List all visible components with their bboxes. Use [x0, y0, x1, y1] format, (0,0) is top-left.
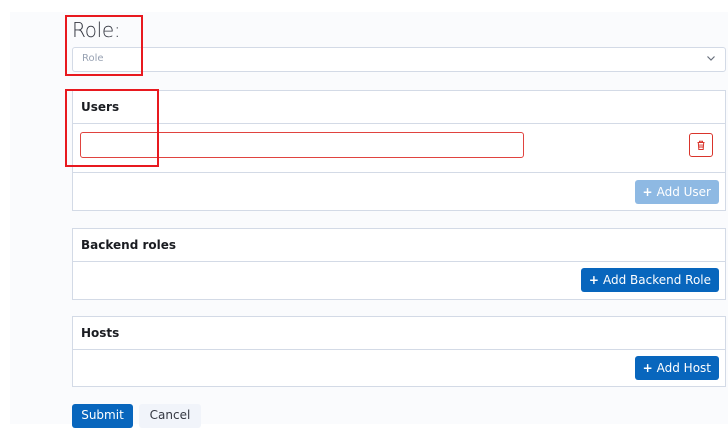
- cancel-button[interactable]: Cancel: [139, 404, 201, 428]
- plus-icon: +: [642, 361, 653, 375]
- hosts-section: Hosts + Add Host: [72, 316, 726, 387]
- add-host-label: Add Host: [656, 361, 711, 375]
- add-user-button[interactable]: + Add User: [634, 180, 719, 204]
- role-select[interactable]: Role: [72, 47, 726, 72]
- hosts-footer: + Add Host: [73, 350, 725, 387]
- highlight-box-users: [65, 89, 159, 167]
- trash-icon: [697, 140, 705, 150]
- backend-roles-section: Backend roles + Add Backend Role: [72, 228, 726, 300]
- backend-roles-heading: Backend roles: [73, 229, 725, 262]
- users-heading: Users: [73, 91, 725, 124]
- add-backend-role-button[interactable]: + Add Backend Role: [580, 268, 719, 292]
- chevron-down-icon: [706, 53, 716, 66]
- submit-button[interactable]: Submit: [72, 404, 133, 428]
- add-backend-role-label: Add Backend Role: [602, 273, 711, 287]
- plus-icon: +: [588, 273, 599, 287]
- add-user-label: Add User: [656, 185, 711, 199]
- users-footer: + Add User: [73, 172, 725, 210]
- hosts-heading: Hosts: [73, 317, 725, 350]
- user-row: [73, 124, 725, 172]
- users-section: Users + Add User: [72, 90, 726, 211]
- delete-user-button[interactable]: [689, 133, 713, 157]
- add-host-button[interactable]: + Add Host: [634, 356, 719, 380]
- highlight-box-role: [65, 15, 143, 76]
- backend-roles-footer: + Add Backend Role: [73, 262, 725, 299]
- plus-icon: +: [642, 185, 653, 199]
